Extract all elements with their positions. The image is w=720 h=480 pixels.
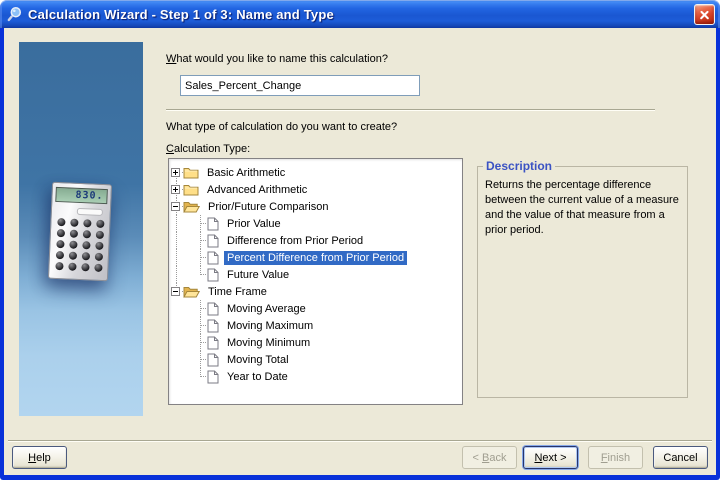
close-button[interactable] [694, 4, 715, 25]
page-icon [207, 319, 219, 333]
description-title: Description [483, 159, 555, 173]
page-icon [207, 302, 219, 316]
dialog-window: Calculation Wizard - Step 1 of 3: Name a… [0, 0, 720, 480]
calculator-key [69, 241, 77, 249]
tree-item-moving-maximum[interactable]: Moving Maximum [169, 317, 462, 334]
cancel-button[interactable]: Cancel [653, 446, 708, 469]
calculator-keypad [49, 218, 109, 272]
next-button[interactable]: Next > [523, 446, 578, 469]
dialog-client-area: 830. What would you like to name this ca… [4, 28, 716, 475]
tree-item-label: Year to Date [224, 370, 291, 384]
section-separator [166, 109, 655, 111]
description-groupbox: Description Returns the percentage diffe… [477, 166, 688, 398]
tree-item-label: Basic Arithmetic [204, 166, 288, 180]
calculator-key [95, 231, 103, 239]
tree-item-advanced-arithmetic[interactable]: Advanced Arithmetic [169, 181, 462, 198]
back-button: < Back [462, 446, 517, 469]
folder-open-icon [183, 285, 200, 298]
page-icon [207, 353, 219, 367]
calculator-display: 830. [55, 187, 108, 204]
close-icon [705, 15, 706, 16]
tree-item-year-to-date[interactable]: Year to Date [169, 368, 462, 385]
calculator-key [82, 241, 90, 249]
calculator-key [82, 230, 90, 238]
help-button[interactable]: Help [12, 446, 67, 469]
tree-item-percent-difference-from-prior-period[interactable]: Percent Difference from Prior Period [169, 249, 462, 266]
calculator-key [83, 219, 91, 227]
tree-item-prior-future-comparison[interactable]: Prior/Future Comparison [169, 198, 462, 215]
calculator-key [55, 262, 63, 270]
titlebar[interactable]: Calculation Wizard - Step 1 of 3: Name a… [0, 0, 720, 28]
calculation-type-label: Calculation Type: [166, 143, 250, 155]
expander-icon[interactable] [171, 185, 180, 194]
calculator-key [81, 252, 89, 260]
calculator-key [81, 263, 89, 271]
folder-open-icon [183, 200, 200, 213]
calculation-type-tree[interactable]: Basic Arithmetic Advanced Arithmetic Pri… [168, 158, 463, 405]
page-icon [207, 336, 219, 350]
calculator-key [68, 263, 76, 271]
page-icon [207, 251, 219, 265]
tree-item-moving-minimum[interactable]: Moving Minimum [169, 334, 462, 351]
finish-button: Finish [588, 446, 643, 469]
page-icon [207, 217, 219, 231]
expander-icon[interactable] [171, 287, 180, 296]
wizard-side-panel: 830. [19, 42, 143, 416]
calculator-graphic: 830. [48, 182, 112, 282]
description-text: Returns the percentage difference betwee… [478, 167, 687, 238]
calculator-key [70, 219, 78, 227]
calculator-key [69, 230, 77, 238]
tree-item-difference-from-prior-period[interactable]: Difference from Prior Period [169, 232, 462, 249]
calculator-key [95, 242, 103, 250]
tree-item-label: Time Frame [205, 285, 270, 299]
tree-item-label: Moving Total [224, 353, 292, 367]
tree-item-label: Future Value [224, 268, 292, 282]
footer-separator [8, 440, 712, 442]
calculator-key [68, 252, 76, 260]
name-question-label: What would you like to name this calcula… [166, 53, 388, 65]
tree-item-future-value[interactable]: Future Value [169, 266, 462, 283]
calculator-key [94, 264, 102, 272]
tree-item-label: Difference from Prior Period [224, 234, 366, 248]
expander-icon[interactable] [171, 202, 180, 211]
tree-item-moving-average[interactable]: Moving Average [169, 300, 462, 317]
tree-item-label: Prior Value [224, 217, 284, 231]
folder-closed-icon [183, 183, 199, 196]
calculator-key [55, 251, 63, 259]
tree-item-label: Percent Difference from Prior Period [224, 251, 407, 265]
tree-item-label: Advanced Arithmetic [204, 183, 310, 197]
calculator-key [96, 220, 104, 228]
folder-closed-icon [183, 166, 199, 179]
magnifier-icon [7, 6, 23, 22]
tree-item-time-frame[interactable]: Time Frame [169, 283, 462, 300]
tree-item-prior-value[interactable]: Prior Value [169, 215, 462, 232]
type-question-label: What type of calculation do you want to … [166, 121, 397, 133]
tree-item-label: Moving Maximum [224, 319, 316, 333]
page-icon [207, 234, 219, 248]
tree-item-label: Moving Minimum [224, 336, 313, 350]
tree-item-label: Moving Average [224, 302, 309, 316]
page-icon [207, 268, 219, 282]
tree-item-moving-total[interactable]: Moving Total [169, 351, 462, 368]
calculator-key [56, 229, 64, 237]
calculator-solar-slot [77, 208, 103, 216]
calculator-key [94, 253, 102, 261]
calculation-name-input[interactable] [180, 75, 420, 96]
expander-icon[interactable] [171, 168, 180, 177]
calculator-key [57, 218, 65, 226]
window-title: Calculation Wizard - Step 1 of 3: Name a… [28, 7, 334, 22]
calculator-key [56, 240, 64, 248]
tree-item-label: Prior/Future Comparison [205, 200, 331, 214]
page-icon [207, 370, 219, 384]
tree-item-basic-arithmetic[interactable]: Basic Arithmetic [169, 164, 462, 181]
